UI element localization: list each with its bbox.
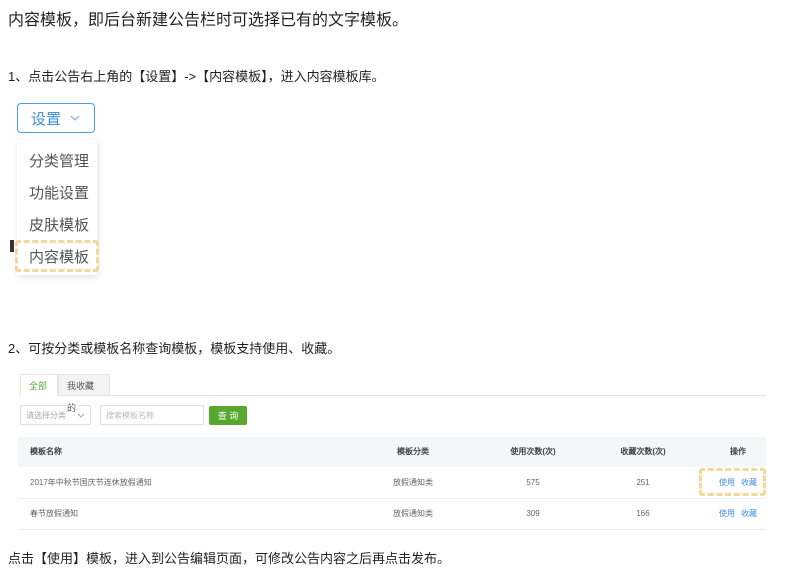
tab-my-favorites[interactable]: 我收藏的: [58, 374, 110, 413]
template-actions: 使用 收藏: [708, 499, 768, 529]
step1-text: 1、点击公告右上角的【设置】->【内容模板】，进入内容模板库。: [8, 69, 385, 84]
settings-menu: 分类管理 功能设置 皮肤模板 内容模板: [17, 140, 97, 275]
column-header-uses: 使用次数(次): [510, 447, 556, 456]
step2-text: 2、可按分类或模板名称查询模板，模板支持使用、收藏。: [8, 341, 341, 356]
template-favorites: 166: [636, 509, 650, 518]
chevron-down-icon: [77, 413, 85, 418]
use-link[interactable]: 使用: [719, 509, 735, 518]
template-favorites: 251: [636, 478, 650, 487]
menu-item-feature-settings[interactable]: 功能设置: [29, 182, 89, 203]
column-header-actions: 操作: [730, 447, 746, 456]
template-uses: 309: [526, 509, 540, 518]
settings-button[interactable]: 设置: [17, 103, 95, 133]
column-header-favorites: 收藏次数(次): [620, 447, 666, 456]
template-search-input[interactable]: [100, 405, 204, 425]
table-row: 2017年中秋节国庆节连休放假通知 放假通知类 575 251 使用 收藏: [18, 468, 766, 499]
category-select[interactable]: 请选择分类: [20, 405, 91, 425]
template-category: 放假通知类: [393, 509, 433, 518]
table-row: 春节放假通知 放假通知类 309 166 使用 收藏: [18, 499, 766, 530]
table-header: 模板名称 模板分类 使用次数(次) 收藏次数(次) 操作: [18, 437, 766, 467]
query-button[interactable]: 查 询: [209, 406, 247, 425]
use-link[interactable]: 使用: [719, 478, 735, 487]
template-name: 2017年中秋节国庆节连休放假通知: [30, 478, 152, 487]
chevron-down-icon: [70, 115, 80, 121]
column-header-category: 模板分类: [397, 447, 429, 456]
menu-edge-mark: [10, 240, 14, 252]
final-text: 点击【使用】模板，进入到公告编辑页面，可修改公告内容之后再点击发布。: [8, 551, 451, 566]
category-select-placeholder: 请选择分类: [26, 410, 66, 420]
menu-item-category-management[interactable]: 分类管理: [29, 150, 89, 171]
template-name: 春节放假通知: [30, 509, 78, 518]
template-actions: 使用 收藏: [708, 468, 768, 498]
intro-text: 内容模板，即后台新建公告栏时可选择已有的文字模板。: [8, 12, 409, 29]
tab-all[interactable]: 全部: [20, 374, 58, 396]
menu-item-content-templates[interactable]: 内容模板: [29, 246, 89, 267]
column-header-name: 模板名称: [30, 447, 62, 456]
tab-divider: [18, 395, 766, 396]
favorite-link[interactable]: 收藏: [741, 509, 757, 518]
favorite-link[interactable]: 收藏: [741, 478, 757, 487]
template-category: 放假通知类: [393, 478, 433, 487]
menu-item-skin-templates[interactable]: 皮肤模板: [29, 214, 89, 235]
settings-button-label: 设置: [30, 110, 61, 128]
template-uses: 575: [526, 478, 540, 487]
